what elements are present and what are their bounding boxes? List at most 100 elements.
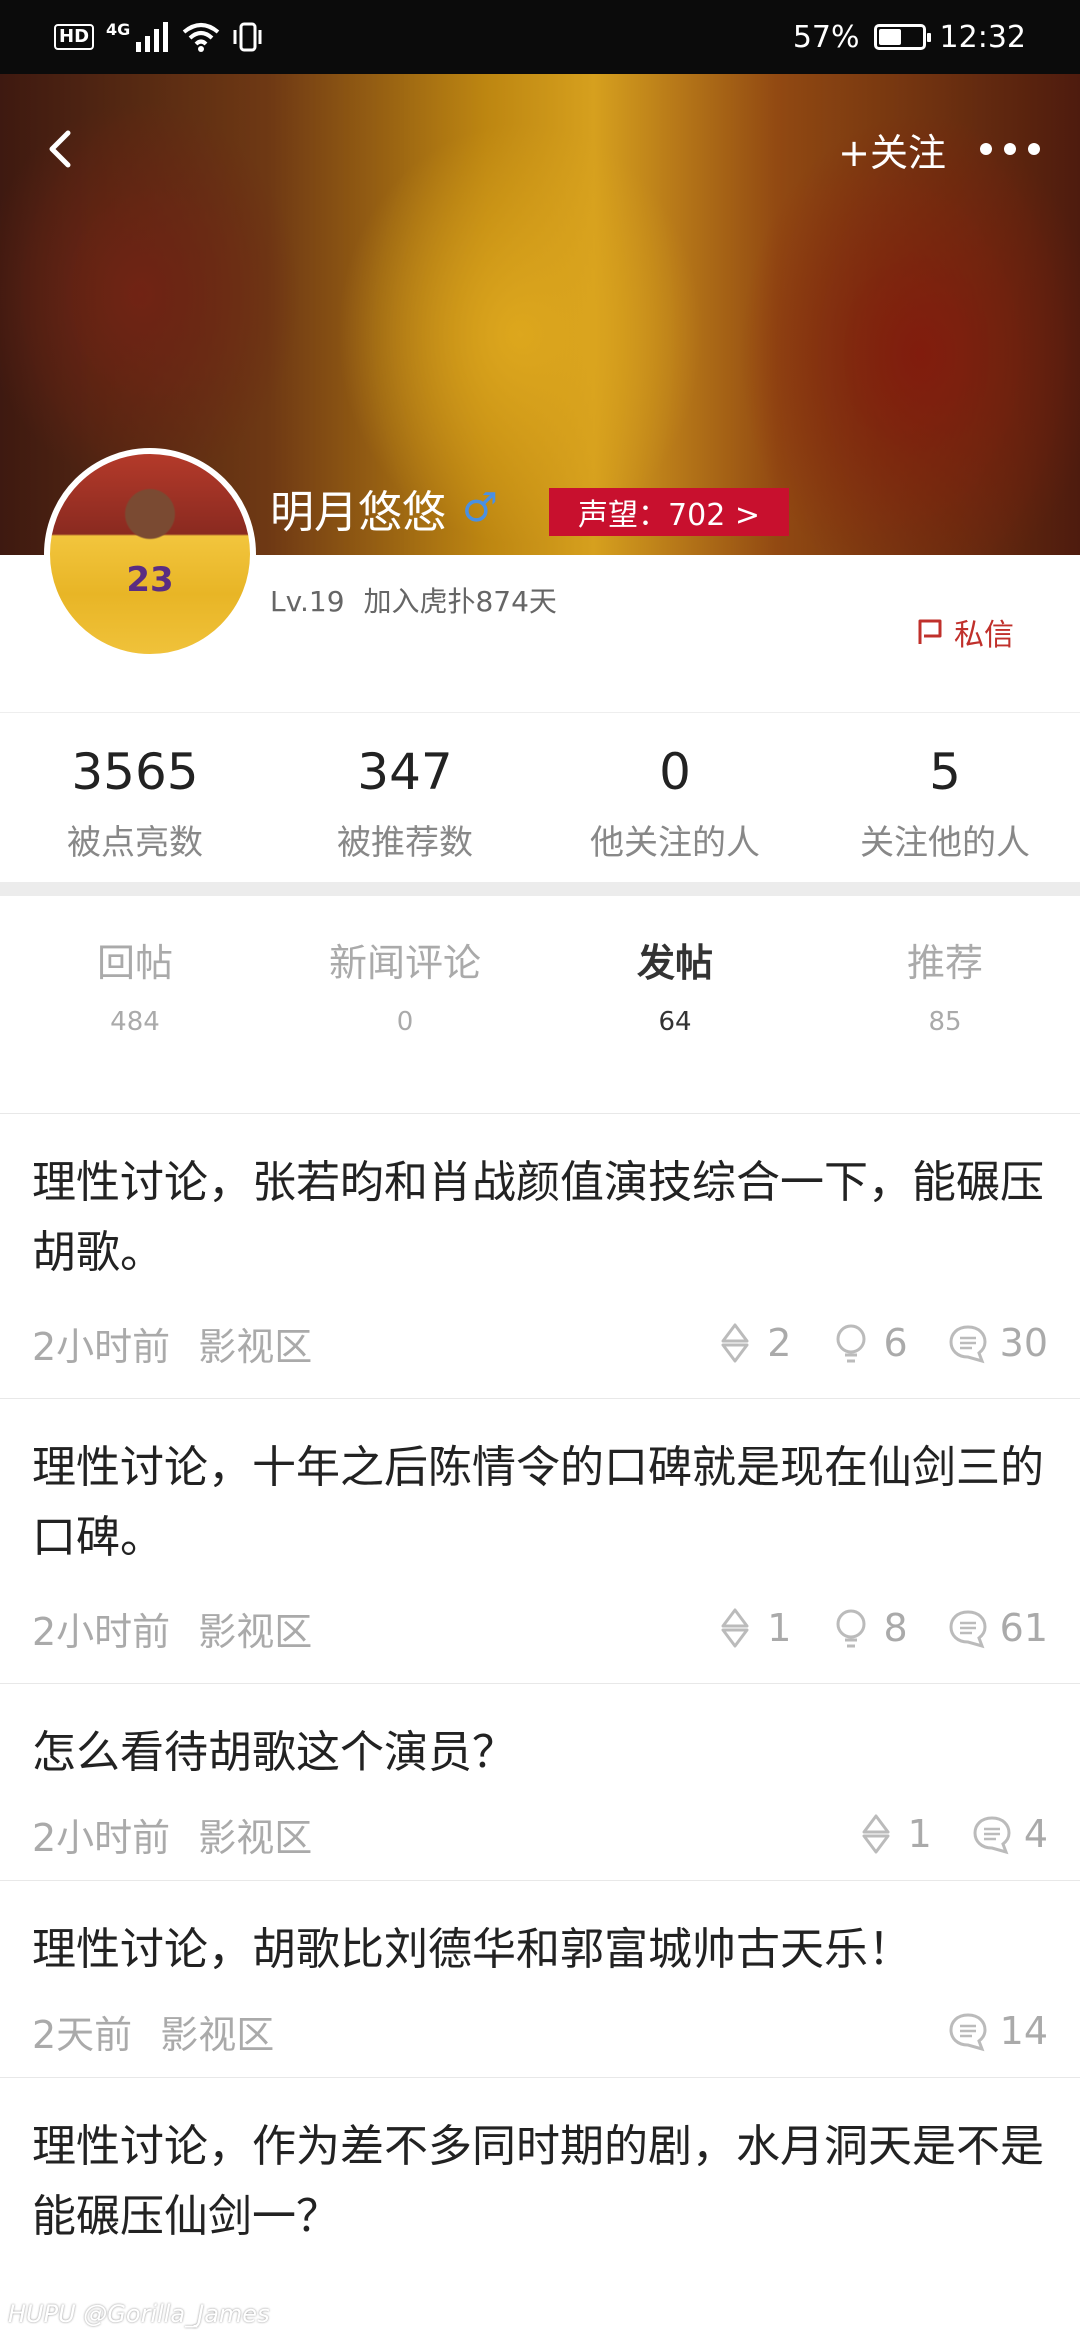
more-options-icon[interactable] xyxy=(980,143,1040,155)
light-count[interactable]: 6 xyxy=(831,1321,908,1365)
username: 明月悠悠 xyxy=(270,487,446,538)
post-time: 2小时前 xyxy=(32,1324,171,1369)
recommend-value: 2 xyxy=(767,1321,792,1365)
post-title[interactable]: 理性讨论，十年之后陈情令的口碑就是现在仙剑三的口碑。 xyxy=(32,1433,1048,1573)
list-item[interactable]: 理性讨论，胡歌比刘德华和郭富城帅古天乐！ 2天前 影视区 14 xyxy=(0,1881,1080,2078)
post-board[interactable]: 影视区 xyxy=(198,1601,312,1656)
post-meta: 2小时前 影视区 2 6 30 xyxy=(32,1288,1048,1398)
clock: 12:32 xyxy=(939,19,1026,55)
battery-icon xyxy=(873,24,931,50)
reply-value: 14 xyxy=(999,2009,1048,2053)
vibrate-icon xyxy=(233,22,262,52)
join-days: 加入虎扑874天 xyxy=(363,585,557,618)
direct-message-label: 私信 xyxy=(954,618,1014,653)
post-board[interactable]: 影视区 xyxy=(160,2004,274,2059)
back-arrow-icon[interactable] xyxy=(40,129,80,169)
stats-row: 3565 被点亮数 347 被推荐数 0 他关注的人 5 关注他的人 xyxy=(0,712,1080,880)
tab-count: 0 xyxy=(396,1007,414,1037)
status-left: HD 4G xyxy=(54,19,264,52)
list-item[interactable]: 理性讨论，十年之后陈情令的口碑就是现在仙剑三的口碑。 2小时前 影视区 1 8 … xyxy=(0,1399,1080,1684)
tab-count: 484 xyxy=(110,1007,160,1037)
stat-recommended[interactable]: 347 被推荐数 xyxy=(270,713,540,880)
tab-label: 推荐 xyxy=(906,941,983,985)
recommend-icon xyxy=(862,1814,890,1854)
avatar-jersey-number: 23 xyxy=(126,560,174,600)
post-meta-left: 2小时前 影视区 xyxy=(32,1316,312,1371)
stat-value: 347 xyxy=(357,743,453,801)
network-type: 4G xyxy=(106,19,131,39)
list-item[interactable]: 怎么看待胡歌这个演员？ 2小时前 影视区 1 4 xyxy=(0,1684,1080,1881)
battery-fill xyxy=(878,29,901,45)
post-meta-left: 2天前 影视区 xyxy=(32,2004,274,2059)
tab-label: 回帖 xyxy=(96,941,173,985)
username-row: 明月悠悠 ♂ xyxy=(270,476,498,540)
reputation-badge[interactable]: 声望：702 > xyxy=(549,488,789,536)
post-stats: 1 4 xyxy=(856,1812,1048,1856)
status-right: 57% 12:32 xyxy=(793,20,1026,55)
stat-label: 他关注的人 xyxy=(590,823,760,863)
post-list: 理性讨论，张若昀和肖战颜值演技综合一下，能碾压胡歌。 2小时前 影视区 2 6 … xyxy=(0,1114,1080,2252)
content-tabs: 回帖 484 新闻评论 0 发帖 64 推荐 85 xyxy=(0,896,1080,1114)
recommend-count[interactable]: 1 xyxy=(856,1812,932,1856)
reply-value: 30 xyxy=(999,1321,1048,1365)
comment-icon xyxy=(949,1610,987,1649)
comment-icon xyxy=(973,1816,1011,1855)
stat-value: 0 xyxy=(659,743,691,801)
message-flag-icon xyxy=(918,619,942,644)
post-meta: 2小时前 影视区 1 8 61 xyxy=(32,1573,1048,1683)
reply-count[interactable]: 61 xyxy=(948,1606,1048,1650)
tab-count: 64 xyxy=(658,1007,692,1037)
light-count[interactable]: 8 xyxy=(831,1606,908,1650)
tab-news-comments[interactable]: 新闻评论 0 xyxy=(270,896,540,1113)
post-title[interactable]: 怎么看待胡歌这个演员？ xyxy=(32,1718,1048,1788)
stat-followers[interactable]: 5 关注他的人 xyxy=(810,713,1080,880)
stat-following[interactable]: 0 他关注的人 xyxy=(540,713,810,880)
reply-value: 61 xyxy=(999,1606,1048,1650)
top-bar: +关注 xyxy=(0,74,1080,224)
light-value: 8 xyxy=(883,1606,908,1650)
stat-label: 被点亮数 xyxy=(67,823,203,863)
tab-posts[interactable]: 发帖 64 xyxy=(540,896,810,1113)
post-stats: 1 8 61 xyxy=(715,1606,1048,1650)
post-title[interactable]: 理性讨论，张若昀和肖战颜值演技综合一下，能碾压胡歌。 xyxy=(32,1148,1048,1288)
post-board[interactable]: 影视区 xyxy=(198,1316,312,1371)
recommend-icon xyxy=(721,1323,749,1363)
comment-icon xyxy=(949,1325,987,1364)
reply-count[interactable]: 30 xyxy=(948,1321,1048,1365)
stat-label: 关注他的人 xyxy=(860,823,1030,863)
bulb-icon xyxy=(836,1609,866,1648)
direct-message-button[interactable]: 私信 xyxy=(916,610,1014,654)
recommend-value: 1 xyxy=(767,1606,792,1650)
post-meta-left: 2小时前 影视区 xyxy=(32,1601,312,1656)
light-value: 6 xyxy=(883,1321,908,1365)
wifi-icon xyxy=(183,23,220,52)
status-bar: HD 4G 57% 12:32 xyxy=(0,0,1080,74)
section-divider xyxy=(0,882,1080,896)
post-title[interactable]: 理性讨论，作为差不多同时期的剧，水月洞天是不是能碾压仙剑一？ xyxy=(32,2112,1048,2252)
tab-label: 新闻评论 xyxy=(328,941,481,985)
list-item[interactable]: 理性讨论，张若昀和肖战颜值演技综合一下，能碾压胡歌。 2小时前 影视区 2 6 … xyxy=(0,1114,1080,1399)
stat-lights[interactable]: 3565 被点亮数 xyxy=(0,713,270,880)
reply-count[interactable]: 14 xyxy=(948,2009,1048,2053)
reply-count[interactable]: 4 xyxy=(972,1812,1048,1856)
post-meta-left: 2小时前 影视区 xyxy=(32,1807,312,1862)
bulb-icon xyxy=(836,1324,866,1363)
follow-button[interactable]: +关注 xyxy=(838,122,946,177)
recommend-count[interactable]: 2 xyxy=(715,1321,791,1365)
post-title[interactable]: 理性讨论，胡歌比刘德华和郭富城帅古天乐！ xyxy=(32,1915,1048,1985)
recommend-count[interactable]: 1 xyxy=(715,1606,791,1650)
top-right-actions: +关注 xyxy=(838,122,1040,177)
tab-label: 发帖 xyxy=(636,941,713,985)
profile-meta: Lv.19 加入虎扑874天 xyxy=(270,580,557,620)
tab-replies[interactable]: 回帖 484 xyxy=(0,896,270,1113)
tab-recommend[interactable]: 推荐 85 xyxy=(810,896,1080,1113)
post-time: 2小时前 xyxy=(32,1815,171,1860)
recommend-value: 1 xyxy=(907,1812,932,1856)
signal-icon xyxy=(136,22,169,52)
watermark: HUPU @Gorilla_James xyxy=(8,2300,270,2328)
list-item[interactable]: 理性讨论，作为差不多同时期的剧，水月洞天是不是能碾压仙剑一？ xyxy=(0,2078,1080,2252)
post-time: 2小时前 xyxy=(32,1609,171,1654)
post-stats: 14 xyxy=(948,2009,1048,2053)
avatar[interactable]: 23 xyxy=(44,448,256,660)
post-board[interactable]: 影视区 xyxy=(198,1807,312,1862)
